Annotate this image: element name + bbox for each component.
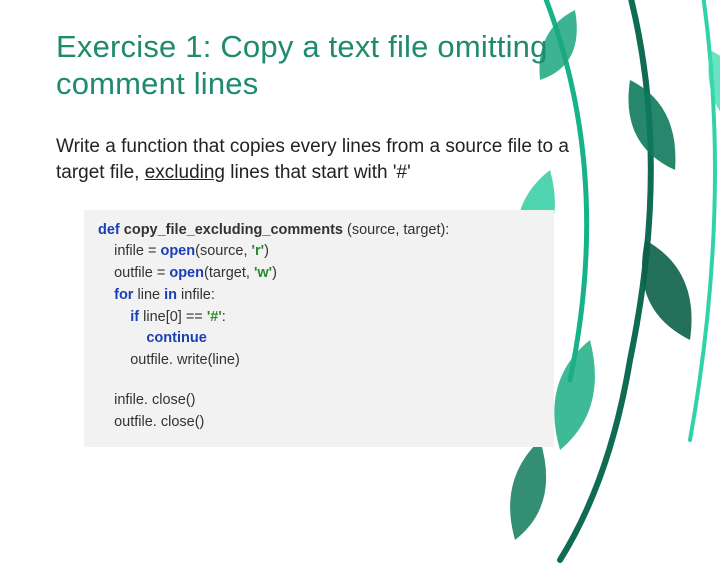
code-line: infile. close() (98, 390, 540, 412)
code-line: def copy_file_excluding_comments (source… (98, 220, 540, 242)
desc-post: lines that start with '#' (225, 162, 411, 183)
desc-underlined: excluding (145, 162, 225, 183)
code-block: def copy_file_excluding_comments (source… (84, 210, 554, 448)
slide-title: Exercise 1: Copy a text file omitting co… (56, 28, 664, 102)
code-line: outfile = open(target, 'w') (98, 263, 540, 285)
code-line: outfile. write(line) (98, 350, 540, 372)
description: Write a function that copies every lines… (56, 134, 596, 185)
code-line: for line in infile: (98, 285, 540, 307)
code-line: infile = open(source, 'r') (98, 241, 540, 263)
code-line: if line[0] == '#': (98, 307, 540, 329)
code-line: outfile. close() (98, 412, 540, 434)
code-line: continue (98, 328, 540, 350)
